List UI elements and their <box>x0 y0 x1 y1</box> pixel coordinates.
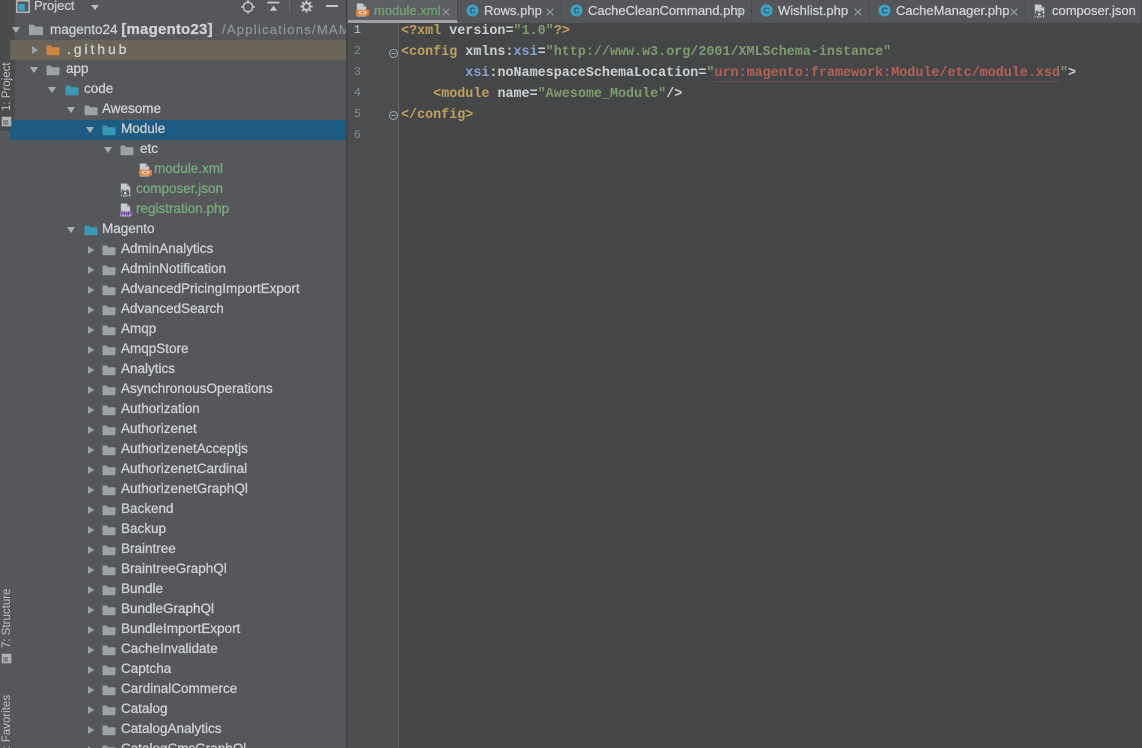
svg-text:C: C <box>763 6 769 16</box>
svg-text:<>: <> <box>141 170 150 177</box>
svg-text:C: C <box>469 6 475 16</box>
svg-text:C: C <box>881 6 887 16</box>
svg-text:<>: <> <box>358 10 367 17</box>
svg-text:PHP: PHP <box>120 211 131 217</box>
svg-text:C: C <box>573 6 579 16</box>
